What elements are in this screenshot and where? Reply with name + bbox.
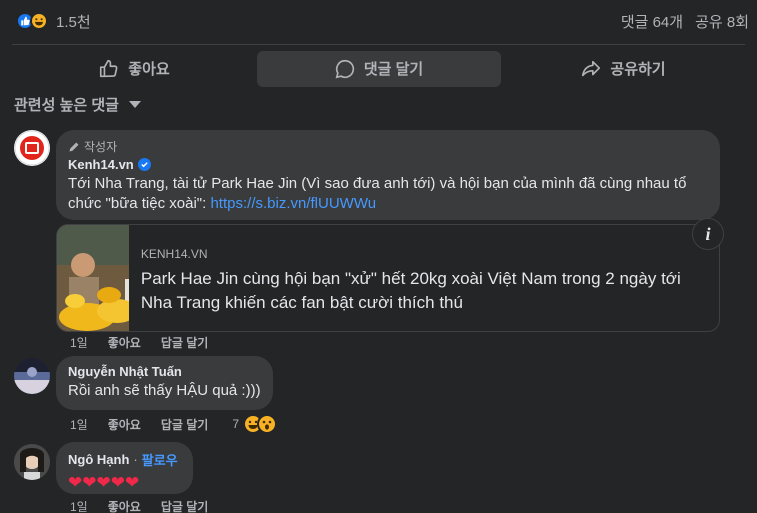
share-button-label: 공유하기 [610, 61, 666, 78]
comment-bubble: 작성자 Kenh14.vn Tới Nha Trang, tài tử Park… [56, 130, 720, 220]
comment-reactions[interactable]: 7 [232, 414, 278, 434]
author-name-link[interactable]: Kenh14.vn [68, 157, 134, 172]
comment-actions: 1일 좋아요 답글 달기 7 [70, 414, 278, 434]
comment-time[interactable]: 1일 [70, 416, 88, 433]
comment-like-link[interactable]: 좋아요 [108, 334, 141, 351]
preview-thumbnail [57, 225, 129, 331]
comment-reply-link[interactable]: 답글 달기 [161, 498, 209, 513]
comment-reaction-count: 7 [232, 417, 240, 431]
comment-button-label: 댓글 달기 [363, 61, 424, 78]
comment-text: Rồi anh sẽ thấy HẬU quả :))) [68, 382, 261, 399]
comment-actions: 1일 좋아요 답글 달기 [70, 498, 208, 513]
comment-actions: 1일 좋아요 답글 달기 [70, 334, 208, 351]
comment-button[interactable]: 댓글 달기 [256, 50, 501, 87]
comment-sort-dropdown[interactable]: 관련성 높은 댓글 [14, 94, 141, 115]
reaction-count[interactable]: 1.5천 [56, 11, 91, 32]
follow-link[interactable]: 팔로우 [142, 450, 178, 469]
comment-body: Tới Nha Trang, tài tử Park Hae Jin (Vì s… [68, 175, 687, 212]
comment-bubble-icon [335, 59, 354, 78]
like-button-label: 좋아요 [128, 61, 170, 78]
comment-like-link[interactable]: 좋아요 [108, 498, 141, 513]
pencil-icon [69, 142, 79, 151]
reaction-icons[interactable] [16, 12, 48, 30]
author-badge-label: 작성자 [84, 140, 118, 154]
author-name-link[interactable]: Nguyễn Nhật Tuấn [68, 364, 182, 379]
haha-reaction-icon [30, 12, 48, 30]
comment-bubble: Ngô Hạnh · 팔로우 ❤❤❤❤❤ [56, 442, 193, 494]
avatar[interactable] [14, 444, 50, 480]
share-button[interactable]: 공유하기 [501, 51, 745, 87]
comment-bubble: Nguyễn Nhật Tuấn Rồi anh sẽ thấy HẬU quả… [56, 356, 273, 410]
comment-text: Tới Nha Trang, tài tử Park Hae Jin (Vì s… [68, 174, 708, 214]
preview-title: Park Hae Jin cùng hội bạn "xử" hết 20kg … [140, 269, 681, 312]
link-preview-card[interactable]: KENH14.VN Park Hae Jin cùng hội bạn "xử"… [56, 224, 720, 332]
like-button[interactable]: 좋아요 [12, 51, 256, 87]
info-icon[interactable]: i [692, 218, 724, 250]
comment-time[interactable]: 1일 [70, 334, 88, 351]
share-arrow-icon [582, 60, 601, 76]
comment-time[interactable]: 1일 [70, 498, 88, 513]
wow-reaction-icon [257, 414, 278, 434]
post-action-bar: 좋아요 댓글 달기 공유하기 [12, 44, 745, 88]
sort-label: 관련성 높은 댓글 [14, 97, 119, 114]
author-badge: 작성자 [68, 138, 708, 155]
comment-author: Nguyễn Nhật Tuấn [68, 364, 261, 379]
preview-domain: KENH14.VN [140, 247, 208, 261]
share-count[interactable]: 공유 8회 [695, 11, 749, 32]
avatar[interactable] [14, 358, 50, 394]
comment-author: Kenh14.vn [68, 157, 708, 172]
comment-like-link[interactable]: 좋아요 [108, 416, 141, 433]
author-name-link[interactable]: Ngô Hạnh [68, 452, 129, 467]
comment-reply-link[interactable]: 답글 달기 [161, 416, 209, 433]
reaction-stats: 1.5천 댓글 64개 공유 8회 [16, 8, 749, 34]
comment-count[interactable]: 댓글 64개 [621, 11, 683, 32]
caret-down-icon [128, 101, 141, 108]
thumbs-up-icon [100, 59, 118, 77]
author-separator: · [133, 452, 138, 467]
verified-badge-icon [137, 158, 151, 171]
comment-author: Ngô Hạnh · 팔로우 [68, 450, 181, 469]
avatar[interactable] [14, 130, 50, 166]
comment-link[interactable]: https://s.biz.vn/flUUWWu [210, 195, 376, 212]
preview-body: KENH14.VN Park Hae Jin cùng hội bạn "xử"… [129, 225, 719, 331]
comment-reply-link[interactable]: 답글 달기 [161, 334, 209, 351]
heart-emoji-text: ❤❤❤❤❤ [68, 473, 140, 492]
